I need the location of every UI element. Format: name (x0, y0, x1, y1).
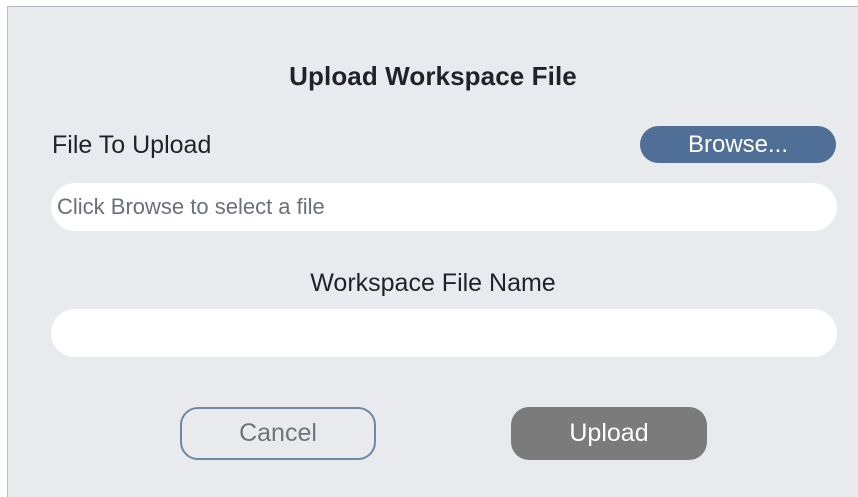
browse-button[interactable]: Browse... (640, 126, 836, 163)
upload-workspace-dialog: Upload Workspace File File To Upload Bro… (7, 6, 858, 497)
workspace-file-name-input[interactable] (51, 309, 837, 357)
file-path-field[interactable] (51, 183, 837, 231)
file-to-upload-label: File To Upload (52, 131, 212, 159)
dialog-title: Upload Workspace File (289, 61, 577, 91)
upload-button[interactable]: Upload (511, 407, 707, 460)
workspace-file-name-label: Workspace File Name (310, 269, 556, 297)
cancel-button[interactable]: Cancel (180, 407, 376, 460)
